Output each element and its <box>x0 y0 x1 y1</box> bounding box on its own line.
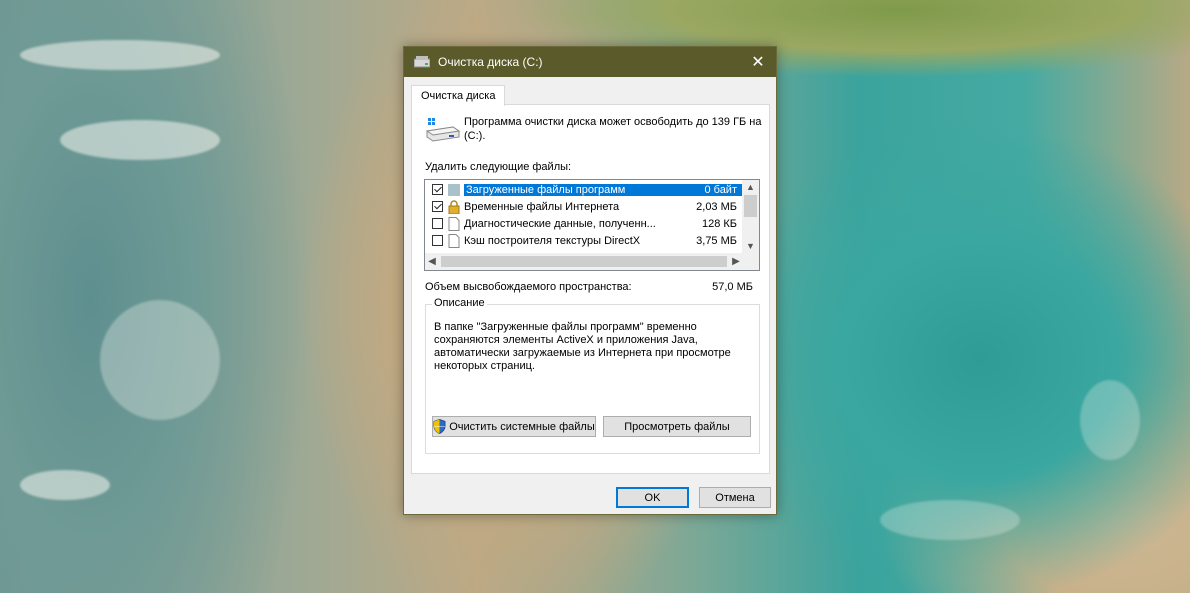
disk-cleanup-window: Очистка диска (C:) ✕ Очистка диска Прогр… <box>403 46 777 515</box>
clean-system-files-button[interactable]: Очистить системные файлы <box>432 416 596 437</box>
scrollbar-corner <box>742 253 759 270</box>
close-icon[interactable]: ✕ <box>740 47 776 77</box>
wave-foam <box>880 500 1020 540</box>
disk-cleanup-app-icon <box>413 56 431 68</box>
horizontal-scrollbar[interactable]: ◀ ▶ <box>425 253 743 270</box>
file-category-size: 128 КБ <box>701 217 737 230</box>
scroll-up-icon[interactable]: ▲ <box>742 180 759 194</box>
scroll-thumb[interactable] <box>441 256 727 267</box>
uac-shield-icon <box>433 418 446 435</box>
file-category-size: 0 байт <box>667 183 743 196</box>
file-category-size: 3,75 МБ <box>696 234 737 247</box>
tab-disk-cleanup[interactable]: Очистка диска <box>411 85 506 106</box>
drive-icon <box>425 117 461 143</box>
tab-panel: Программа очистки диска может освободить… <box>411 104 770 474</box>
files-to-delete-label: Удалить следующие файлы: <box>425 161 572 173</box>
scroll-right-icon[interactable]: ▶ <box>729 253 743 270</box>
scroll-left-icon[interactable]: ◀ <box>425 253 439 270</box>
description-legend: Описание <box>432 297 487 309</box>
file-category-name: Кэш построителя текстуры DirectX <box>464 234 641 247</box>
list-item[interactable]: Кэш построителя текстуры DirectX 3,75 МБ <box>425 232 743 249</box>
checkbox[interactable] <box>432 218 443 229</box>
list-item[interactable]: Диагностические данные, полученн... 128 … <box>425 215 743 232</box>
wave-foam <box>1080 380 1140 460</box>
files-listbox[interactable]: Загруженные файлы программ 0 байт Времен… <box>424 179 760 271</box>
space-freed-value: 57,0 МБ <box>712 281 753 293</box>
file-category-name: Загруженные файлы программ <box>464 183 667 196</box>
description-text: В папке "Загруженные файлы программ" вре… <box>434 321 731 372</box>
window-title: Очистка диска (C:) <box>438 55 543 69</box>
cancel-button[interactable]: Отмена <box>699 487 771 508</box>
cleanup-summary: Программа очистки диска может освободить… <box>464 116 762 142</box>
folder-icon <box>448 183 460 197</box>
wave-foam <box>60 120 220 160</box>
file-category-name: Диагностические данные, полученн... <box>464 217 656 230</box>
space-freed-label: Объем высвобождаемого пространства: <box>425 281 632 293</box>
checkbox[interactable] <box>432 201 443 212</box>
list-item[interactable]: Загруженные файлы программ 0 байт <box>425 181 743 198</box>
wave-foam <box>20 470 110 500</box>
view-files-button[interactable]: Просмотреть файлы <box>603 416 751 437</box>
checkbox[interactable] <box>432 184 443 195</box>
wave-foam <box>100 300 220 420</box>
title-bar[interactable]: Очистка диска (C:) ✕ <box>404 47 776 77</box>
checkbox[interactable] <box>432 235 443 246</box>
file-icon <box>448 233 460 248</box>
file-icon <box>448 216 460 231</box>
lock-icon <box>448 199 460 214</box>
ok-button[interactable]: OK <box>616 487 689 508</box>
vertical-scrollbar[interactable]: ▲ ▼ <box>742 180 759 253</box>
wave-foam <box>20 40 220 70</box>
file-category-size: 2,03 МБ <box>696 200 737 213</box>
list-item[interactable]: Временные файлы Интернета 2,03 МБ <box>425 198 743 215</box>
scroll-down-icon[interactable]: ▼ <box>742 239 759 253</box>
scroll-thumb[interactable] <box>744 195 757 217</box>
clean-system-files-label: Очистить системные файлы <box>449 420 595 433</box>
file-category-name: Временные файлы Интернета <box>464 200 620 213</box>
